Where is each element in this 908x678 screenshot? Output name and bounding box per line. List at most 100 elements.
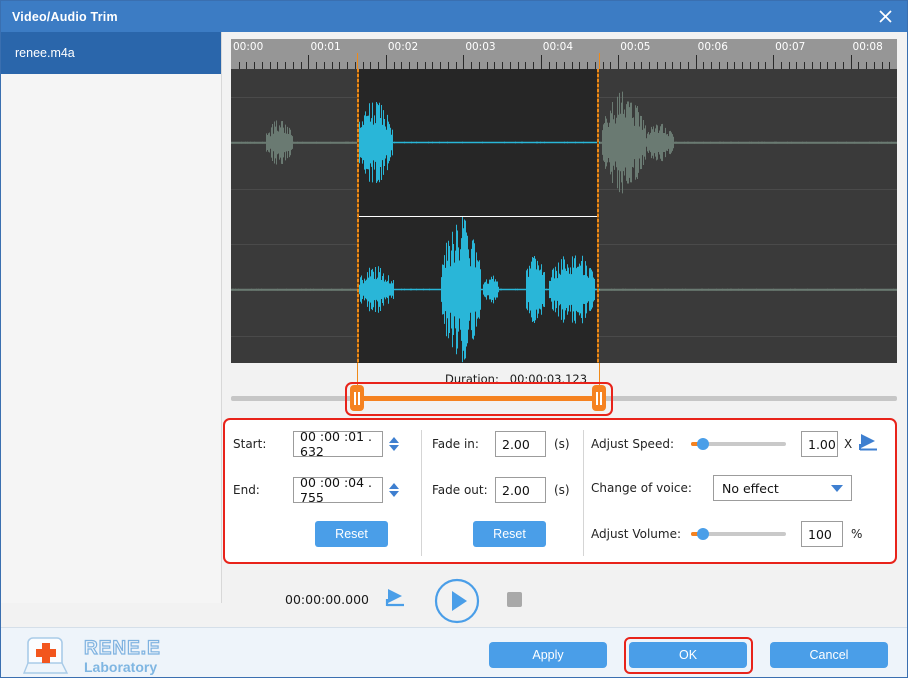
ruler-minor-tick	[471, 62, 473, 69]
ruler-minor-tick	[742, 62, 744, 69]
speed-value-field[interactable]: 1.00	[801, 431, 838, 457]
ruler-minor-tick	[517, 62, 519, 69]
fade-in-unit: (s)	[554, 437, 570, 451]
renee-key-plus-icon: RENE.E Laboratory	[23, 636, 161, 676]
title-bar: Video/Audio Trim	[1, 1, 907, 32]
ruler-minor-tick	[625, 62, 627, 69]
ok-button[interactable]: OK	[629, 642, 747, 668]
volume-value-field[interactable]: 100	[801, 521, 843, 547]
ruler-minor-tick	[238, 62, 240, 69]
ruler-minor-tick	[416, 62, 418, 69]
ruler-minor-tick	[478, 62, 480, 69]
adjust-volume-label: Adjust Volume:	[591, 527, 681, 541]
trim-reset-button[interactable]: Reset	[315, 521, 388, 547]
list-item[interactable]: renee.m4a	[1, 32, 221, 74]
ruler-minor-tick	[261, 62, 263, 69]
ruler-minor-tick	[354, 62, 356, 69]
close-icon[interactable]	[861, 1, 907, 32]
duration-readout: Duration: 00:00:03.123	[445, 372, 587, 386]
ruler-minor-tick	[842, 62, 844, 69]
ruler-minor-tick	[633, 62, 635, 69]
ruler-minor-tick	[579, 62, 581, 69]
selection-start-marker[interactable]	[357, 69, 360, 363]
ruler-minor-tick	[649, 62, 651, 69]
stop-icon[interactable]	[507, 592, 522, 607]
ruler-minor-tick	[889, 62, 891, 69]
ruler-minor-tick	[664, 62, 666, 69]
range-slider[interactable]	[231, 385, 897, 411]
ruler-minor-tick	[749, 62, 751, 69]
ruler-minor-tick	[440, 62, 442, 69]
fade-in-field[interactable]: 2.00	[495, 431, 546, 457]
ruler-major-tick	[540, 55, 542, 69]
timeline-ruler[interactable]: 00:00 00:01 00:02 00:03 00:04 00:05 00:06 00:07…	[231, 39, 897, 69]
ruler-minor-tick	[432, 62, 434, 69]
ruler-minor-tick	[734, 62, 736, 69]
ruler-minor-tick	[788, 62, 790, 69]
ruler-minor-tick	[873, 62, 875, 69]
ruler-minor-tick	[819, 62, 821, 69]
ruler-minor-tick	[602, 62, 604, 69]
ruler-minor-tick	[331, 62, 333, 69]
adjust-speed-label: Adjust Speed:	[591, 437, 674, 451]
duration-value: 00:00:03.123	[509, 372, 588, 386]
play-preview-icon[interactable]	[383, 586, 408, 613]
fade-out-field[interactable]: 2.00	[495, 477, 546, 503]
ruler-major-tick	[695, 55, 697, 69]
ruler-minor-tick	[285, 62, 287, 69]
cancel-button[interactable]: Cancel	[770, 642, 888, 668]
ruler-minor-tick	[246, 62, 248, 69]
ruler-major-tick	[308, 55, 310, 69]
ruler-label: 00:04	[542, 41, 574, 53]
ruler-minor-tick	[804, 62, 806, 69]
start-time-stepper[interactable]	[389, 437, 399, 451]
change-voice-select[interactable]: No effect	[713, 475, 852, 501]
ruler-minor-tick	[656, 62, 658, 69]
ruler-minor-tick	[447, 62, 449, 69]
video-audio-trim-dialog: Video/Audio Trim renee.m4a 00:00 00:01 00:…	[0, 0, 908, 678]
end-time-field[interactable]: 00 :00 :04 . 755	[293, 475, 383, 505]
ruler-minor-tick	[533, 62, 535, 69]
ruler-minor-tick	[780, 62, 782, 69]
volume-unit: %	[851, 527, 863, 541]
fade-reset-button[interactable]: Reset	[473, 521, 546, 547]
ruler-minor-tick	[564, 62, 565, 69]
channel-divider	[357, 216, 600, 217]
panel-divider-1	[421, 430, 422, 556]
ruler-minor-tick	[401, 62, 403, 69]
ruler-minor-tick	[494, 62, 496, 69]
range-fill	[357, 396, 600, 401]
ruler-label: 00:05	[620, 41, 651, 53]
ruler-minor-tick	[509, 62, 511, 69]
ruler-minor-tick	[765, 62, 767, 69]
ruler-minor-tick	[811, 62, 813, 69]
ruler-minor-tick	[835, 62, 837, 69]
ruler-minor-tick	[424, 62, 426, 69]
selection-end-marker[interactable]	[597, 69, 600, 363]
play-preview-icon[interactable]	[857, 432, 880, 457]
ruler-label: 00:02	[387, 41, 419, 53]
ruler-minor-tick	[587, 62, 589, 69]
ruler-label: 00:08	[852, 41, 883, 53]
ruler-minor-tick	[455, 62, 457, 69]
volume-slider[interactable]	[691, 526, 786, 542]
waveform-display[interactable]	[231, 69, 897, 363]
apply-button[interactable]: Apply	[489, 642, 607, 668]
end-time-stepper[interactable]	[389, 483, 399, 497]
panel-divider-2	[583, 430, 584, 556]
play-circle-icon[interactable]	[433, 577, 481, 630]
ruler-minor-tick	[757, 62, 759, 69]
range-handle-start[interactable]	[350, 385, 365, 411]
ruler-minor-tick	[277, 62, 279, 69]
file-name-label: renee.m4a	[15, 46, 75, 60]
ruler-minor-tick	[703, 62, 705, 69]
logo-sub-text: Laboratory	[84, 658, 158, 675]
range-handle-end[interactable]	[592, 385, 607, 411]
ruler-minor-tick	[323, 62, 325, 69]
speed-slider[interactable]	[691, 436, 786, 452]
ruler-minor-tick	[680, 62, 682, 69]
ruler-minor-tick	[718, 62, 720, 69]
ruler-minor-tick	[672, 62, 674, 69]
start-time-field[interactable]: 00 :00 :01 . 632	[293, 429, 383, 459]
fade-out-unit: (s)	[554, 483, 570, 497]
